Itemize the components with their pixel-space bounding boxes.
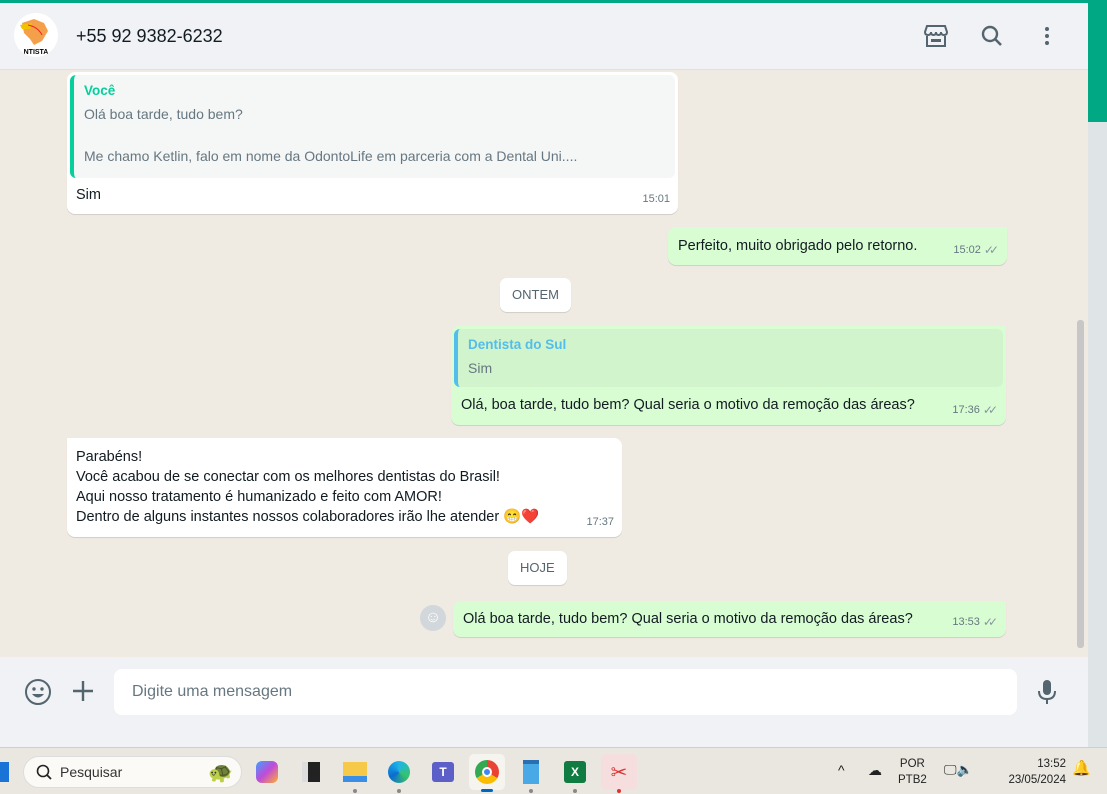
clock-time: 13:52 bbox=[1037, 758, 1066, 770]
message-text: Perfeito, muito obrigado pelo retorno. bbox=[678, 238, 918, 254]
double-check-icon: ✓✓ bbox=[982, 403, 998, 417]
scrollbar[interactable] bbox=[1077, 320, 1084, 648]
contact-name[interactable]: +55 92 9382-6232 bbox=[76, 26, 223, 47]
microphone-icon bbox=[1038, 680, 1056, 704]
scissors-icon: ✂ bbox=[610, 761, 628, 784]
language-indicator[interactable]: POR PTB2 bbox=[898, 756, 927, 788]
taskbar: Pesquisar 🐢 T X ✂ ^ ☁ POR PTB2 🖵🔈 13:52 23… bbox=[0, 747, 1107, 794]
voice-message-button[interactable] bbox=[1037, 679, 1057, 710]
quote-text: Olá boa tarde, tudo bem? bbox=[84, 106, 243, 122]
notepad-app[interactable] bbox=[513, 754, 549, 793]
message-line: Você acabou de se conectar com os melhor… bbox=[76, 469, 500, 485]
message-time: 17:37 bbox=[586, 516, 614, 528]
search-icon bbox=[981, 25, 1002, 46]
chrome-app[interactable] bbox=[469, 754, 505, 792]
teams-app[interactable]: T bbox=[425, 754, 461, 790]
double-check-icon: ✓✓ bbox=[983, 243, 999, 257]
start-button[interactable] bbox=[0, 762, 9, 782]
chrome-icon bbox=[475, 760, 499, 784]
catalog-button[interactable] bbox=[921, 21, 951, 51]
composer bbox=[0, 657, 1088, 725]
quote-author: Dentista do Sul bbox=[468, 337, 567, 352]
snipping-tool-app[interactable]: ✂ bbox=[601, 754, 637, 793]
quoted-message[interactable]: Você Olá boa tarde, tudo bem? Me chamo K… bbox=[70, 75, 675, 178]
message-time: 15:02 bbox=[953, 244, 981, 256]
taskbar-search[interactable]: Pesquisar 🐢 bbox=[23, 756, 242, 788]
attach-button[interactable] bbox=[72, 680, 94, 707]
message-time: 15:01 bbox=[642, 193, 670, 205]
quote-text: Me chamo Ketlin, falo em nome da OdontoL… bbox=[84, 148, 578, 164]
svg-text:NTISTA: NTISTA bbox=[24, 49, 49, 56]
search-icon bbox=[36, 764, 52, 780]
language-code: POR bbox=[899, 758, 925, 770]
search-button[interactable] bbox=[977, 21, 1007, 51]
message-list[interactable]: Você Olá boa tarde, tudo bem? Me chamo K… bbox=[0, 70, 1088, 657]
task-view-icon bbox=[302, 762, 320, 782]
copilot-icon bbox=[256, 761, 278, 783]
message-outgoing[interactable]: Dentista do Sul Sim Olá, boa tarde, tudo… bbox=[451, 326, 1006, 425]
excel-icon: X bbox=[564, 761, 586, 783]
clock-date: 23/05/2024 bbox=[1008, 774, 1066, 786]
quote-author: Você bbox=[84, 83, 116, 98]
date-divider: ONTEM bbox=[500, 278, 571, 312]
avatar[interactable]: NTISTA bbox=[14, 13, 58, 57]
message-text: Olá boa tarde, tudo bem? Qual seria o mo… bbox=[463, 611, 913, 627]
excel-app[interactable]: X bbox=[557, 754, 593, 793]
message-text: Olá, boa tarde, tudo bem? Qual seria o m… bbox=[461, 397, 915, 413]
plus-icon bbox=[73, 681, 93, 701]
window-edge-lower bbox=[1088, 122, 1107, 747]
reaction-emoji-icon[interactable]: ☺ bbox=[420, 605, 446, 631]
edge-app[interactable] bbox=[381, 754, 417, 793]
keyboard-layout: PTB2 bbox=[898, 774, 927, 786]
message-text: Sim bbox=[76, 187, 101, 203]
window-bottom bbox=[0, 725, 1088, 747]
notepad-icon bbox=[523, 760, 539, 784]
search-label: Pesquisar bbox=[60, 764, 123, 780]
store-icon bbox=[923, 25, 949, 47]
onedrive-offline-icon[interactable]: ☁ bbox=[868, 762, 882, 778]
show-hidden-icons[interactable]: ^ bbox=[838, 762, 845, 778]
file-explorer-app[interactable] bbox=[337, 754, 373, 793]
edge-icon bbox=[388, 761, 410, 783]
message-line: Aqui nosso tratamento é humanizado e fei… bbox=[76, 489, 442, 505]
message-incoming[interactable]: Você Olá boa tarde, tudo bem? Me chamo K… bbox=[67, 72, 678, 214]
message-time: 17:36 bbox=[952, 404, 980, 416]
message-outgoing[interactable]: Olá boa tarde, tudo bem? Qual seria o mo… bbox=[453, 601, 1006, 637]
message-line: Parabéns! bbox=[76, 449, 143, 465]
emoji-button[interactable] bbox=[24, 678, 52, 711]
quoted-message[interactable]: Dentista do Sul Sim bbox=[454, 329, 1003, 387]
notification-bell-icon[interactable]: 🔔 bbox=[1072, 761, 1091, 777]
message-outgoing[interactable]: Perfeito, muito obrigado pelo retorno. 1… bbox=[668, 227, 1007, 265]
turtle-icon: 🐢 bbox=[208, 761, 233, 784]
teams-icon: T bbox=[432, 762, 454, 782]
message-time: 13:53 bbox=[952, 616, 980, 628]
task-view-app[interactable] bbox=[293, 754, 329, 790]
message-incoming[interactable]: Parabéns! Você acabou de se conectar com… bbox=[67, 438, 622, 537]
double-check-icon: ✓✓ bbox=[982, 615, 998, 629]
quote-text: Sim bbox=[468, 360, 493, 376]
network-volume-icons[interactable]: 🖵🔈 bbox=[944, 762, 973, 778]
window-edge bbox=[1088, 0, 1107, 122]
message-line: Dentro de alguns instantes nossos colabo… bbox=[76, 509, 540, 525]
message-input[interactable] bbox=[114, 669, 1017, 715]
clock[interactable]: 13:52 23/05/2024 bbox=[1000, 756, 1066, 788]
emoji-icon bbox=[25, 679, 51, 705]
copilot-app[interactable] bbox=[249, 754, 285, 790]
chat-header: NTISTA +55 92 9382-6232 bbox=[0, 3, 1088, 70]
folder-icon bbox=[343, 762, 367, 782]
more-vertical-icon bbox=[1045, 27, 1049, 45]
date-divider: HOJE bbox=[508, 551, 567, 585]
menu-button[interactable] bbox=[1032, 21, 1062, 51]
